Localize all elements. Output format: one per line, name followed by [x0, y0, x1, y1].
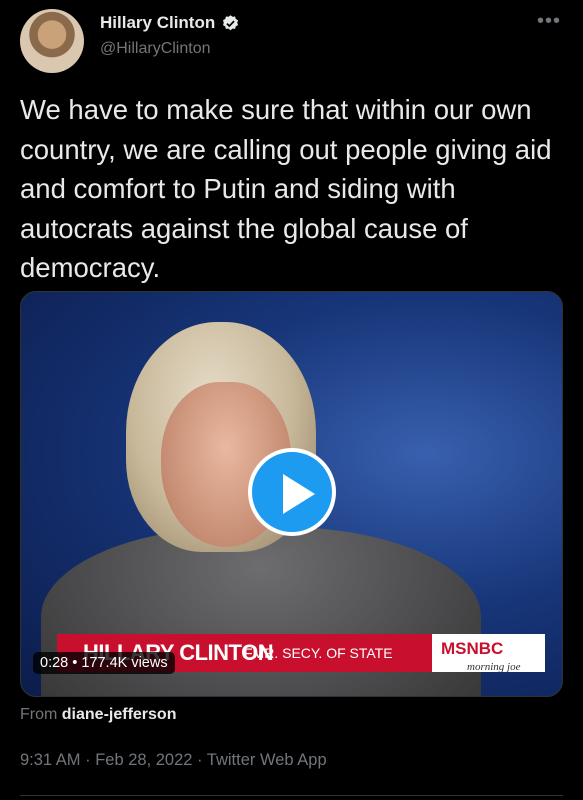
video-player[interactable]: HILLARY CLINTON FMR. SECY. OF STATE MSNB… — [20, 291, 563, 697]
author-name[interactable]: Hillary Clinton — [100, 13, 215, 33]
video-view-counter: 0:28 • 177.4K views — [33, 652, 175, 674]
play-icon — [283, 474, 315, 514]
source-prefix: From — [20, 706, 58, 723]
verified-badge-icon — [223, 14, 239, 30]
more-options-icon[interactable]: ••• — [537, 10, 561, 33]
lower-third-title: FMR. SECY. OF STATE — [244, 645, 393, 661]
network-logo: MSNBC — [441, 639, 504, 658]
play-button[interactable] — [248, 448, 336, 536]
show-logo: morning joe — [467, 661, 521, 673]
author-handle[interactable]: @HillaryClinton — [100, 40, 211, 58]
avatar[interactable] — [20, 9, 84, 73]
source-name[interactable]: diane-jefferson — [62, 706, 177, 723]
tweet-text: We have to make sure that within our own… — [20, 94, 552, 283]
video-source: From diane-jefferson — [20, 706, 176, 724]
author-name-row: Hillary Clinton — [100, 13, 240, 33]
divider — [20, 795, 563, 796]
tweet-meta[interactable]: 9:31 AM · Feb 28, 2022 · Twitter Web App — [20, 751, 327, 770]
